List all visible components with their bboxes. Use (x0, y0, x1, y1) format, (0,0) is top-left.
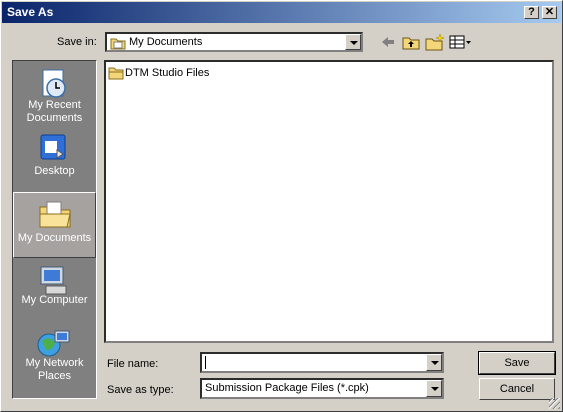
place-desktop[interactable]: Desktop (13, 128, 96, 192)
desktop-icon (40, 134, 66, 160)
my-documents-small-icon (110, 38, 126, 50)
cancel-button[interactable]: Cancel (479, 378, 555, 400)
save-as-dialog: Save As ? ✕ Save in: My Documents My Rec… (0, 0, 563, 412)
save-as-type-dropdown[interactable]: Submission Package Files (*.cpk) (200, 378, 444, 399)
place-my-recent-documents[interactable]: My Recent Documents (13, 63, 96, 127)
save-as-type-label: Save as type: (107, 384, 174, 396)
close-button[interactable]: ✕ (542, 6, 557, 19)
recent-documents-icon (42, 69, 66, 98)
file-name: DTM Studio Files (125, 67, 210, 79)
back-arrow-icon[interactable] (379, 33, 397, 51)
save-button[interactable]: Save (478, 351, 556, 375)
dialog-title: Save As (7, 5, 54, 19)
views-menu-icon[interactable] (449, 33, 473, 51)
file-name-input[interactable] (200, 352, 444, 373)
place-label: My Recent Documents (26, 99, 83, 124)
save-in-value: My Documents (129, 36, 203, 48)
place-my-network-places[interactable]: My Network Places (13, 323, 96, 395)
save-in-dropdown-arrow[interactable] (345, 34, 361, 50)
file-list[interactable]: DTM Studio Files (104, 60, 554, 343)
file-name-dropdown-arrow[interactable] (426, 354, 442, 371)
save-in-label-text: Save in: (57, 36, 97, 48)
my-computer-icon (40, 266, 67, 295)
network-places-icon (37, 330, 70, 357)
save-in-label: Save in: (57, 36, 97, 48)
place-label: My Network Places (25, 357, 84, 382)
save-in-dropdown[interactable]: My Documents (105, 32, 363, 52)
file-name-label: File name: (107, 358, 159, 370)
places-bar: My Recent Documents Desktop My Documents (12, 60, 97, 399)
up-one-level-icon[interactable] (401, 33, 421, 51)
place-label: Desktop (34, 165, 75, 177)
save-as-type-dropdown-arrow[interactable] (426, 380, 442, 397)
place-my-computer[interactable]: My Computer (13, 260, 96, 324)
place-my-documents[interactable]: My Documents (13, 192, 96, 258)
new-folder-icon[interactable] (424, 33, 446, 51)
place-label: My Documents (17, 232, 92, 244)
resize-grip[interactable] (549, 398, 560, 409)
folder-icon (108, 67, 124, 80)
title-bar[interactable]: Save As ? ✕ (2, 2, 561, 23)
place-label: My Computer (21, 294, 88, 306)
text-cursor (205, 356, 206, 369)
save-as-type-value: Submission Package Files (*.cpk) (205, 382, 369, 394)
help-button[interactable]: ? (524, 6, 539, 19)
my-documents-icon (39, 201, 71, 228)
